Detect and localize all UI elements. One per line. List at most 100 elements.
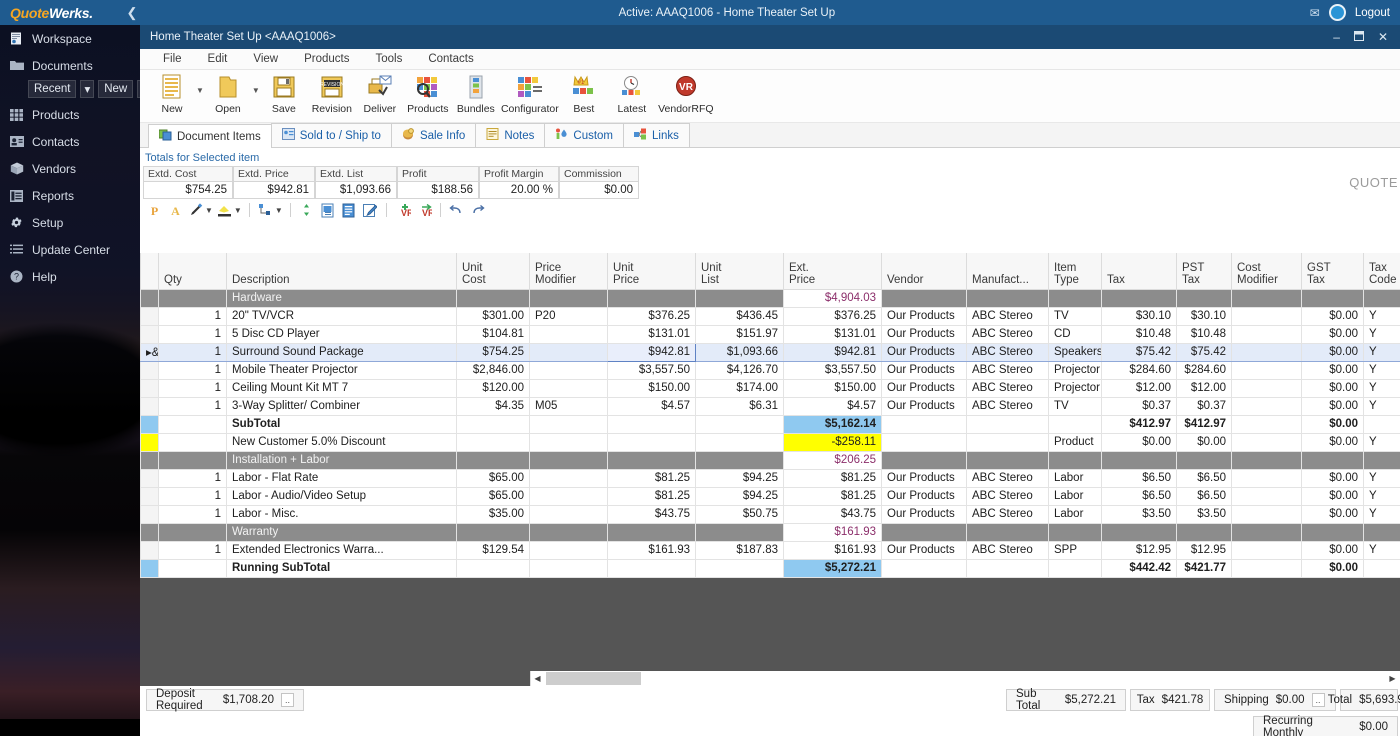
cell-manufacturer[interactable]: ABC Stereo [967,397,1049,415]
table-row[interactable]: 15 Disc CD Player$104.81$131.01$151.97$1… [141,325,1400,343]
cell-qty[interactable] [159,415,227,433]
cell-manufacturer[interactable]: ABC Stereo [967,307,1049,325]
cell-description[interactable]: Extended Electronics Warra... [227,541,457,559]
doc-export-icon[interactable] [319,201,337,219]
ribbon-products-button[interactable]: Products [404,72,452,115]
cell-unit-cost[interactable] [457,289,530,307]
avatar[interactable] [1329,4,1346,21]
cell-cost-modifier[interactable] [1232,343,1302,361]
vendor-rfq-add-icon[interactable]: VR [394,201,412,219]
undo-icon[interactable] [448,201,466,219]
cell-description[interactable]: Labor - Misc. [227,505,457,523]
table-row[interactable]: 1Labor - Misc.$35.00$43.75$50.75$43.75Ou… [141,505,1400,523]
grid-header-ext-price[interactable]: Ext.Price [784,253,882,289]
cell-qty[interactable]: 1 [159,505,227,523]
cell-price-modifier[interactable] [530,505,608,523]
cell-vendor[interactable]: Our Products [882,397,967,415]
cell-tax[interactable]: $10.48 [1102,325,1177,343]
sidebar-item-help[interactable]: ? Help [0,263,140,290]
cell-item-type[interactable]: Labor [1049,469,1102,487]
cell-qty[interactable]: 1 [159,397,227,415]
cell-unit-price[interactable] [608,289,696,307]
mail-icon[interactable]: ✉ [1310,6,1320,20]
cell-item-type[interactable]: TV [1049,307,1102,325]
fill-color-icon[interactable] [216,201,234,219]
cell-unit-list[interactable]: $436.45 [696,307,784,325]
cell-item-type[interactable]: Labor [1049,505,1102,523]
cell-gst-tax[interactable]: $0.00 [1302,433,1364,451]
grid-header-tax[interactable]: Tax [1102,253,1177,289]
cell-unit-price[interactable]: $161.93 [608,541,696,559]
tax-button[interactable]: Tax $421.78 [1130,689,1210,711]
cell-price-modifier[interactable] [530,559,608,577]
cell-vendor[interactable]: Our Products [882,343,967,361]
cell-description[interactable]: Surround Sound Package [227,343,457,361]
row-marker[interactable] [141,451,159,469]
cell-qty[interactable]: 1 [159,379,227,397]
cell-unit-list[interactable]: $94.25 [696,469,784,487]
cell-pst-tax[interactable]: $412.97 [1177,415,1232,433]
cell-manufacturer[interactable] [967,451,1049,469]
cell-tax-code[interactable] [1364,451,1400,469]
cell-tax[interactable]: $6.50 [1102,487,1177,505]
cell-unit-list[interactable] [696,523,784,541]
cell-tax-code[interactable]: Y [1364,433,1400,451]
cell-gst-tax[interactable]: $0.00 [1302,487,1364,505]
cell-manufacturer[interactable]: ABC Stereo [967,541,1049,559]
cell-unit-price[interactable]: $43.75 [608,505,696,523]
sidebar-item-contacts[interactable]: Contacts [0,128,140,155]
cell-pst-tax[interactable]: $10.48 [1177,325,1232,343]
cell-gst-tax[interactable]: $0.00 [1302,379,1364,397]
table-row[interactable]: 1Ceiling Mount Kit MT 7$120.00$150.00$17… [141,379,1400,397]
cell-unit-list[interactable] [696,289,784,307]
cell-qty[interactable] [159,289,227,307]
cell-manufacturer[interactable]: ABC Stereo [967,487,1049,505]
cell-unit-cost[interactable] [457,433,530,451]
grid-header-item-type[interactable]: ItemType [1049,253,1102,289]
cell-ext-price[interactable]: $206.25 [784,451,882,469]
cell-cost-modifier[interactable] [1232,307,1302,325]
highlight-pen-caret-icon[interactable]: ▼ [205,206,213,215]
cell-vendor[interactable] [882,289,967,307]
cell-unit-list[interactable]: $174.00 [696,379,784,397]
cell-price-modifier[interactable]: P20 [530,307,608,325]
pending-p-icon[interactable]: P [145,201,163,219]
minimize-button[interactable]: – [1333,30,1340,44]
sidebar-item-vendors[interactable]: Vendors [0,155,140,182]
cell-manufacturer[interactable]: ABC Stereo [967,325,1049,343]
cell-tax[interactable]: $30.10 [1102,307,1177,325]
cell-unit-price[interactable] [608,451,696,469]
cell-tax[interactable] [1102,523,1177,541]
cell-description[interactable]: 3-Way Splitter/ Combiner [227,397,457,415]
cell-qty[interactable] [159,433,227,451]
cell-unit-price[interactable]: $942.81 [608,343,696,361]
cell-ext-price[interactable]: $3,557.50 [784,361,882,379]
row-marker[interactable] [141,469,159,487]
group-structure-icon[interactable] [257,201,275,219]
row-marker[interactable] [141,415,159,433]
cell-price-modifier[interactable] [530,523,608,541]
tab-sale-info[interactable]: Sale Info [391,123,476,147]
ribbon-new-button[interactable]: New [148,72,196,115]
group-structure-caret-icon[interactable]: ▼ [275,206,283,215]
cell-pst-tax[interactable]: $6.50 [1177,487,1232,505]
deposit-required-button[interactable]: Deposit Required $1,708.20 .. [146,689,304,711]
cell-gst-tax[interactable]: $0.00 [1302,361,1364,379]
cell-manufacturer[interactable] [967,433,1049,451]
table-row[interactable]: New Customer 5.0% Discount-$258.11Produc… [141,433,1400,451]
row-marker[interactable] [141,523,159,541]
grid-header-price-modifier[interactable]: PriceModifier [530,253,608,289]
cell-tax-code[interactable]: Y [1364,361,1400,379]
sort-icon[interactable] [298,201,316,219]
cell-tax-code[interactable]: Y [1364,469,1400,487]
row-marker[interactable] [141,541,159,559]
cell-gst-tax[interactable]: $0.00 [1302,307,1364,325]
edit-pencil-icon[interactable] [361,201,379,219]
cell-vendor[interactable]: Our Products [882,487,967,505]
cell-gst-tax[interactable] [1302,289,1364,307]
cell-pst-tax[interactable]: $0.37 [1177,397,1232,415]
cell-unit-cost[interactable]: $2,846.00 [457,361,530,379]
tab-custom[interactable]: Custom [544,123,624,147]
sub-total-button[interactable]: Sub Total $5,272.21 [1006,689,1126,711]
documents-recent-caret-icon[interactable]: ▾ [80,80,94,98]
